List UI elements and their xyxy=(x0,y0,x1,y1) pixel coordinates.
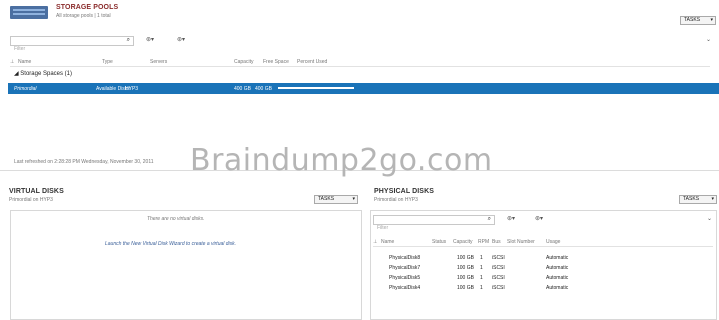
tasks-label: TASKS xyxy=(318,196,335,202)
percent-used-fill xyxy=(278,87,354,89)
column-header[interactable]: Name xyxy=(18,59,31,65)
disk-bus: iSCSI xyxy=(492,265,505,271)
column-header[interactable]: Bus xyxy=(492,239,501,245)
watermark: Braindump2go.com xyxy=(190,143,493,178)
physical-disks-filter-input[interactable]: Filter ⌕ xyxy=(373,215,495,231)
physical-disks-title: PHYSICAL DISKS xyxy=(374,188,435,195)
virtual-disks-tasks-button[interactable]: TASKS ▾ xyxy=(314,195,358,204)
group-row[interactable]: ◢ Storage Spaces (1) xyxy=(14,71,72,78)
search-icon[interactable]: ⌕ xyxy=(488,216,491,223)
disk-capacity: 100 GB xyxy=(457,265,474,271)
column-header[interactable]: Usage xyxy=(546,239,560,245)
table-row[interactable]: PhysicalDisk5 100 GB 1 iSCSI Automatic xyxy=(373,274,713,283)
search-icon[interactable]: ⌕ xyxy=(127,37,130,44)
disk-rpm: 1 xyxy=(480,275,483,281)
group-icon[interactable]: ⊛▾ xyxy=(177,37,185,44)
collapse-triangle-icon[interactable]: ◢ xyxy=(14,71,19,77)
table-row[interactable]: PhysicalDisk7 100 GB 1 iSCSI Automatic xyxy=(373,264,713,273)
filter-placeholder: Filter xyxy=(377,225,389,231)
filter-icon[interactable]: ⊛▾ xyxy=(146,37,154,44)
column-header[interactable]: Capacity xyxy=(234,59,253,65)
pool-servers: HYP3 xyxy=(125,86,139,92)
virtual-disks-subtitle: Primordial on HYP3 xyxy=(9,197,53,203)
filter-icon[interactable]: ⊛▾ xyxy=(507,216,515,223)
column-header[interactable]: Slot Number xyxy=(507,239,535,245)
disk-name: PhysicalDisk4 xyxy=(389,285,421,291)
filter-placeholder: Filter xyxy=(14,46,26,52)
column-header[interactable]: Status xyxy=(432,239,446,245)
storage-pool-icon xyxy=(9,4,49,21)
disk-name: PhysicalDisk5 xyxy=(389,275,421,281)
disk-rpm: 1 xyxy=(480,265,483,271)
group-label: Storage Spaces (1) xyxy=(20,71,72,77)
physical-disks-tasks-button[interactable]: TASKS ▾ xyxy=(679,195,717,204)
disk-rpm: 1 xyxy=(480,255,483,261)
virtual-disks-section: VIRTUAL DISKS Primordial on HYP3 TASKS ▾… xyxy=(0,182,366,320)
storage-pools-filter-input[interactable]: Filter ⌕ xyxy=(10,36,134,52)
virtual-disks-panel: There are no virtual disks. Launch the N… xyxy=(10,210,362,320)
virtual-disks-title: VIRTUAL DISKS xyxy=(9,188,64,195)
pool-free-space: 400 GB xyxy=(255,86,272,92)
disk-rpm: 1 xyxy=(480,285,483,291)
table-row[interactable]: Primordial Available Disks HYP3 400 GB 4… xyxy=(8,83,719,94)
refresh-status: Last refreshed on 2:28:28 PM Wednesday, … xyxy=(14,159,154,165)
column-header[interactable]: Capacity xyxy=(453,239,472,245)
column-header[interactable]: Type xyxy=(102,59,113,65)
percent-used-bar xyxy=(278,87,358,90)
sort-icon[interactable]: ⊥ xyxy=(373,239,377,245)
group-icon[interactable]: ⊛▾ xyxy=(535,216,543,223)
physical-disks-section: PHYSICAL DISKS Primordial on HYP3 TASKS … xyxy=(368,182,719,320)
disk-usage: Automatic xyxy=(546,265,569,271)
storage-pools-subtitle: All storage pools | 1 total xyxy=(56,13,111,19)
storage-pools-title: STORAGE POOLS xyxy=(56,4,119,11)
chevron-down-icon: ▾ xyxy=(711,196,714,202)
disk-bus: iSCSI xyxy=(492,255,505,261)
disk-bus: iSCSI xyxy=(492,275,505,281)
sort-icon[interactable]: ⊥ xyxy=(10,59,14,65)
table-row[interactable]: PhysicalDisk8 100 GB 1 iSCSI Automatic xyxy=(373,254,713,263)
physical-disks-panel: Filter ⌕ ⊛▾ ⊛▾ ⌄ ⊥ Name Status Capacity … xyxy=(370,210,717,320)
column-header[interactable]: Name xyxy=(381,239,394,245)
disk-capacity: 100 GB xyxy=(457,255,474,261)
column-header[interactable]: RPM xyxy=(478,239,489,245)
physical-disks-header-row: ⊥ Name Status Capacity RPM Bus Slot Numb… xyxy=(373,237,713,247)
storage-pools-header-row: ⊥ Name Type Servers Capacity Free Space … xyxy=(10,57,710,67)
storage-pools-tasks-button[interactable]: TASKS ▾ xyxy=(680,16,716,25)
disk-name: PhysicalDisk8 xyxy=(389,255,421,261)
pool-name: Primordial xyxy=(14,86,37,92)
column-header[interactable]: Servers xyxy=(150,59,167,65)
disk-name: PhysicalDisk7 xyxy=(389,265,421,271)
expand-icon[interactable]: ⌄ xyxy=(707,216,712,223)
disk-usage: Automatic xyxy=(546,275,569,281)
empty-message: There are no virtual disks. xyxy=(147,216,205,222)
column-header[interactable]: Percent Used xyxy=(297,59,327,65)
expand-icon[interactable]: ⌄ xyxy=(706,37,711,44)
disk-usage: Automatic xyxy=(546,255,569,261)
disk-bus: iSCSI xyxy=(492,285,505,291)
disk-capacity: 100 GB xyxy=(457,275,474,281)
tasks-label: TASKS xyxy=(683,196,700,202)
column-header[interactable]: Free Space xyxy=(263,59,289,65)
disk-capacity: 100 GB xyxy=(457,285,474,291)
disk-usage: Automatic xyxy=(546,285,569,291)
table-row[interactable]: PhysicalDisk4 100 GB 1 iSCSI Automatic xyxy=(373,284,713,293)
chevron-down-icon: ▾ xyxy=(710,17,713,23)
launch-wizard-link[interactable]: Launch the New Virtual Disk Wizard to cr… xyxy=(105,241,236,247)
pool-capacity: 400 GB xyxy=(234,86,251,92)
physical-disks-subtitle: Primordial on HYP3 xyxy=(374,197,418,203)
chevron-down-icon: ▾ xyxy=(352,196,355,202)
tasks-label: TASKS xyxy=(684,17,701,23)
